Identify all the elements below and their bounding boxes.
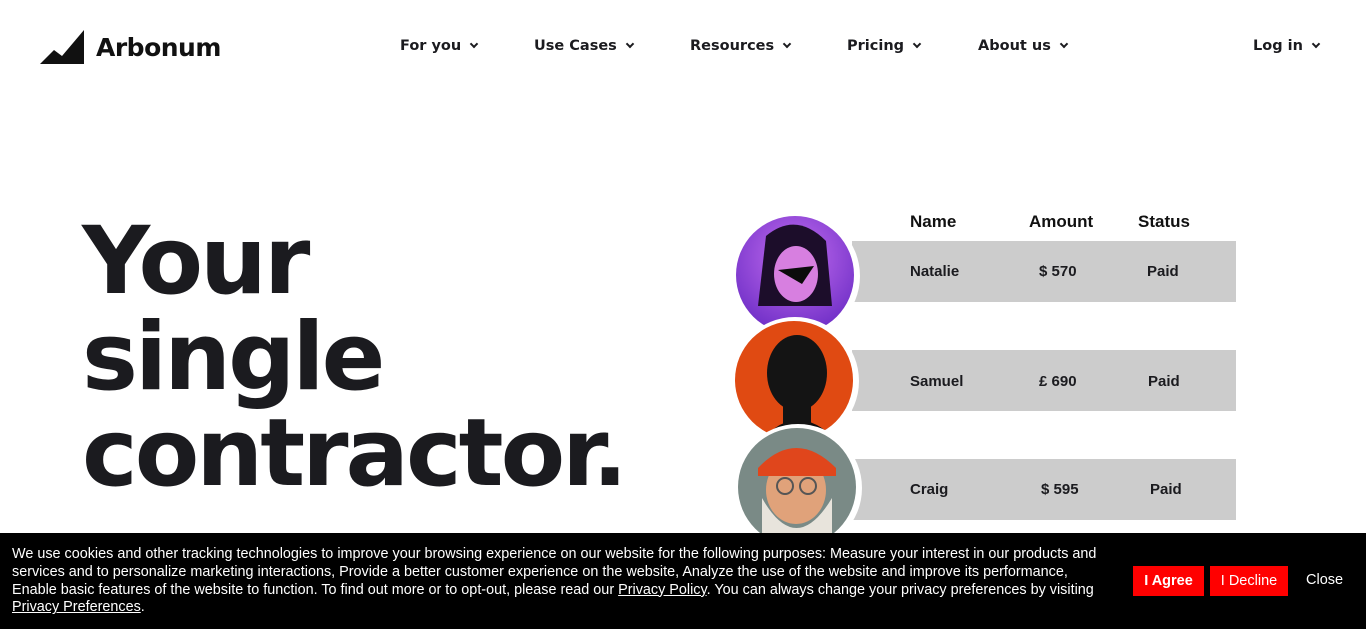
chevron-down-icon (1311, 39, 1321, 49)
payment-name: Samuel (910, 373, 964, 390)
nav-label: Use Cases (534, 38, 617, 54)
hero-line-2: single (82, 303, 385, 412)
chevron-down-icon (782, 39, 792, 49)
column-header-amount: Amount (1029, 212, 1094, 231)
chevron-down-icon (625, 39, 635, 49)
nav-label: About us (978, 38, 1051, 54)
login-label: Log in (1253, 38, 1303, 54)
payment-status: Paid (1148, 373, 1180, 390)
cookie-message: We use cookies and other tracking techno… (12, 546, 1102, 617)
chevron-down-icon (1059, 39, 1069, 49)
hero-line-1: Your (82, 207, 310, 316)
close-button[interactable]: Close (1306, 572, 1343, 588)
cookie-text-part: . You can always change your privacy pre… (706, 581, 1094, 598)
main-nav: For you Use Cases Resources Pricing Abou… (0, 38, 1366, 60)
decline-button[interactable]: I Decline (1210, 566, 1288, 596)
login-menu[interactable]: Log in (1253, 38, 1321, 54)
nav-item-use-cases[interactable]: Use Cases (534, 38, 635, 54)
nav-item-resources[interactable]: Resources (690, 38, 792, 54)
chevron-down-icon (912, 39, 922, 49)
nav-item-pricing[interactable]: Pricing (847, 38, 922, 54)
privacy-policy-link[interactable]: Privacy Policy (618, 582, 707, 598)
payment-name: Craig (910, 481, 949, 498)
payment-name: Natalie (910, 263, 960, 280)
hero-headline: Your single contractor. (82, 207, 628, 508)
cookie-banner: We use cookies and other tracking techno… (0, 533, 1366, 629)
privacy-preferences-link[interactable]: Privacy Preferences (12, 599, 141, 615)
payment-amount: £ 690 (1039, 373, 1077, 390)
payment-amount: $ 595 (1041, 481, 1079, 498)
avatar (735, 321, 853, 439)
nav-item-about-us[interactable]: About us (978, 38, 1069, 54)
agree-button[interactable]: I Agree (1133, 566, 1204, 596)
column-header-status: Status (1138, 212, 1190, 231)
hero-line-3: contractor. (82, 399, 628, 508)
chevron-down-icon (469, 39, 479, 49)
payment-status: Paid (1147, 263, 1179, 280)
nav-item-for-you[interactable]: For you (400, 38, 479, 54)
avatar (738, 428, 856, 546)
nav-label: Pricing (847, 38, 905, 54)
site-header: Arbonum For you Use Cases Resources Pric… (0, 0, 1366, 96)
portrait-samuel (735, 321, 853, 439)
column-header-name: Name (910, 212, 957, 231)
nav-label: Resources (690, 38, 775, 54)
portrait-craig (738, 428, 856, 546)
payment-amount: $ 570 (1039, 263, 1077, 280)
payment-status: Paid (1150, 481, 1182, 498)
nav-label: For you (400, 38, 462, 54)
cookie-text-part: . (140, 599, 145, 616)
